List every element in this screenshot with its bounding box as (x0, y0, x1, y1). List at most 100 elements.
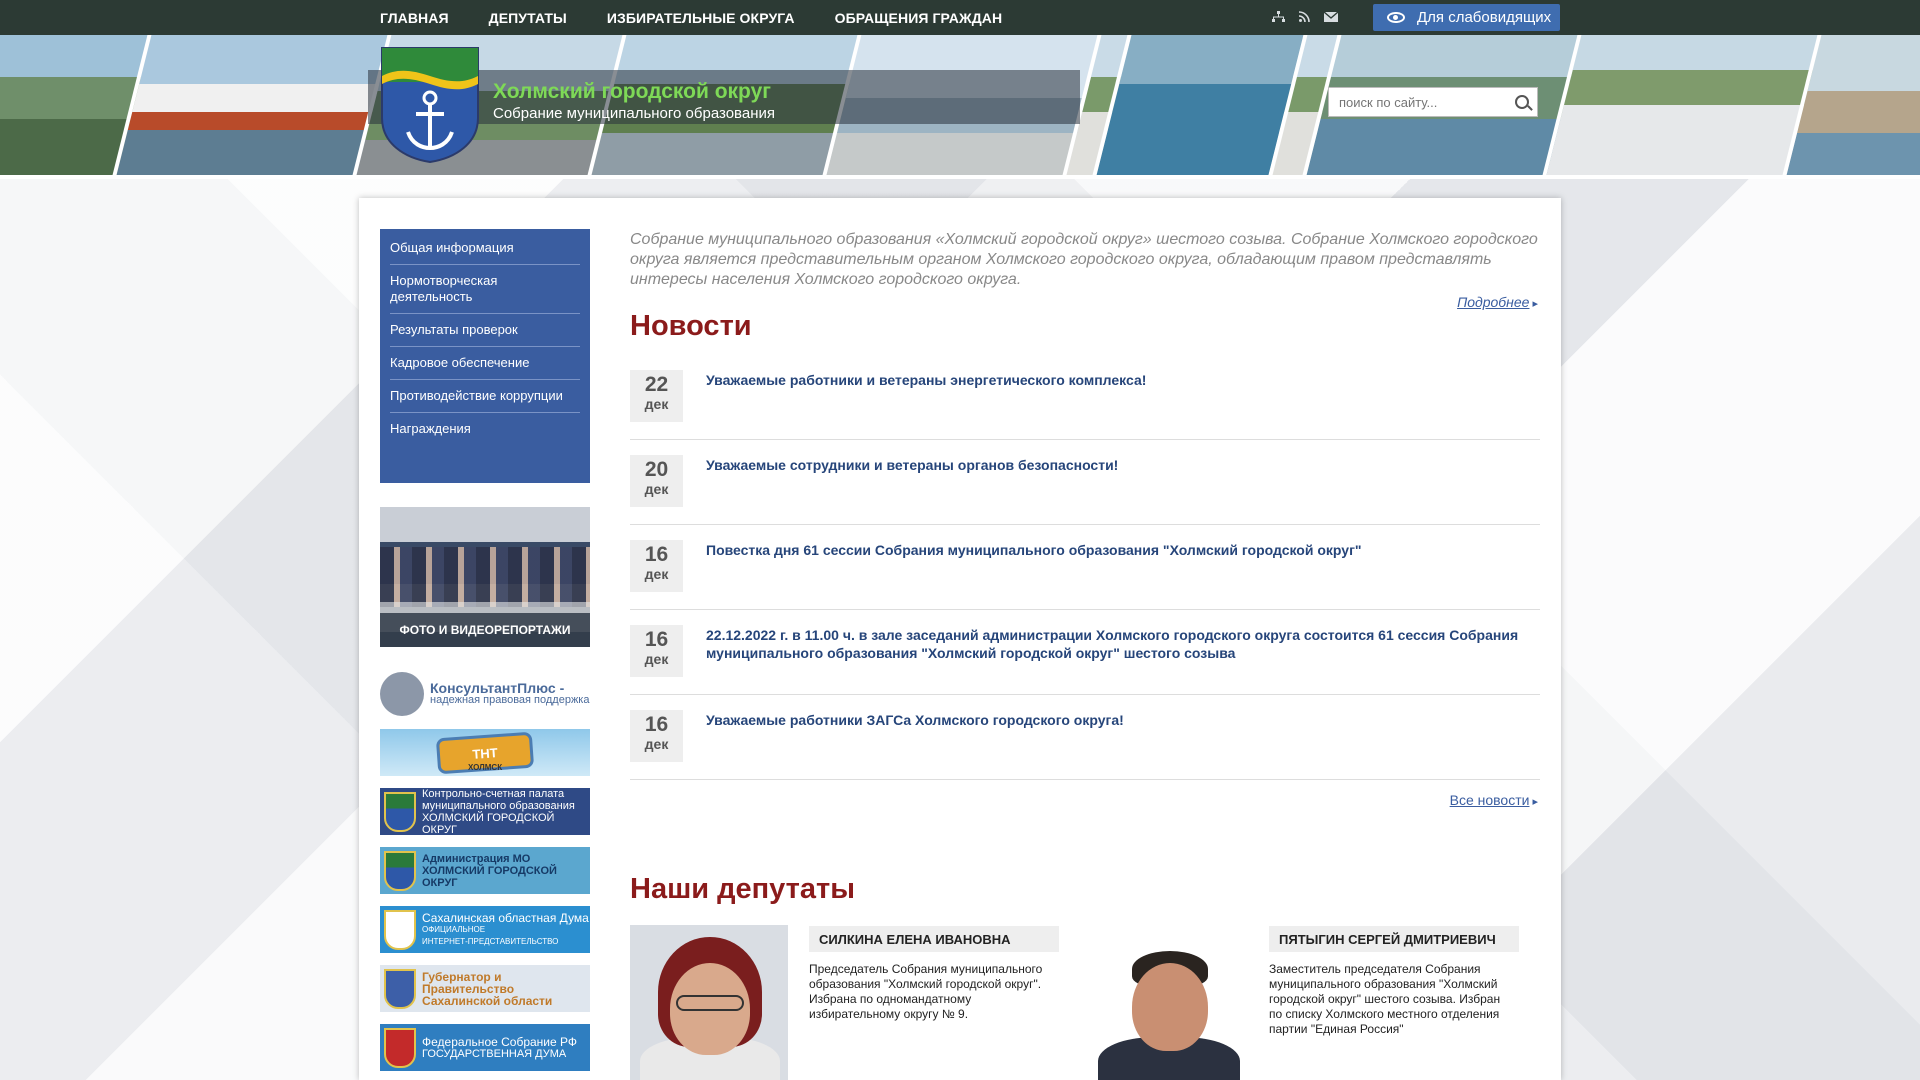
deputy-photo[interactable] (630, 925, 788, 1080)
news-title-link[interactable]: Повестка дня 61 сессии Собрания муниципа… (706, 541, 1526, 559)
russia-emblem-icon (384, 1027, 416, 1068)
deputy-name-link[interactable]: СИЛКИНА ЕЛЕНА ИВАНОВНА (809, 926, 1059, 952)
news-item: 16 дек Уважаемые работники ЗАГСа Холмско… (630, 695, 1540, 780)
news-month: дек (644, 481, 669, 497)
coat-of-arms-icon (384, 791, 416, 832)
consultant-plus-link[interactable]: КонсультантПлюс - надежная правовая подд… (380, 670, 590, 717)
deputies-heading: Наши депутаты (630, 873, 855, 905)
governor-line2: Сахалинской области (422, 993, 553, 1008)
news-item: 22 дек Уважаемые работники и ветераны эн… (630, 355, 1540, 440)
coat-of-arms-icon (384, 850, 416, 891)
news-month: дек (644, 396, 669, 412)
glasses-icon (676, 995, 744, 1011)
news-item: 20 дек Уважаемые сотрудники и ветераны о… (630, 440, 1540, 525)
duma-line1: Сахалинская областная Дума (422, 910, 589, 925)
nav-appeals[interactable]: ОБРАЩЕНИЯ ГРАЖДАН (835, 10, 1003, 26)
deputy-name-link[interactable]: ПЯТЫГИН СЕРГЕЙ ДМИТРИЕВИЧ (1269, 926, 1519, 952)
audit-chamber-line2: муниципального образования (422, 799, 575, 812)
rss-icon[interactable] (1298, 10, 1310, 25)
administration-line3: ОКРУГ (422, 876, 458, 889)
governor-line1: Губернатор и Правительство (422, 969, 515, 996)
sitemap-icon[interactable] (1272, 10, 1285, 25)
sidebar-item-audits[interactable]: Результаты проверок (390, 314, 580, 347)
news-month: дек (644, 736, 669, 752)
state-duma-line2: ГОСУДАРСТВЕННАЯ ДУМА (422, 1047, 567, 1060)
partner-links: КонсультантПлюс - надежная правовая подд… (380, 670, 590, 1080)
news-day: 20 (644, 458, 669, 481)
deputy-photo[interactable] (1090, 945, 1248, 1080)
nav-home[interactable]: ГЛАВНАЯ (380, 10, 449, 26)
sidebar-item-general[interactable]: Общая информация (390, 229, 580, 265)
tnt-sub: ХОЛМСК (468, 763, 503, 772)
news-month: дек (644, 566, 669, 582)
audit-chamber-link[interactable]: Контрольно-счетная палата муниципального… (380, 788, 590, 835)
coat-of-arms-logo[interactable] (380, 46, 480, 164)
sakhalin-duma-link[interactable]: Сахалинская областная Дума ОФИЦИАЛЬНОЕ И… (380, 906, 590, 953)
news-date: 16 дек (630, 540, 683, 592)
low-vision-button[interactable]: Для слабовидящих (1373, 4, 1560, 31)
search-box (1328, 87, 1538, 117)
meeting-photo (380, 547, 590, 607)
sidebar-item-awards[interactable]: Награждения (390, 413, 580, 445)
news-date: 16 дек (630, 710, 683, 762)
news-date: 22 дек (630, 370, 683, 422)
state-duma-line1: Федеральное Собрание РФ (422, 1034, 578, 1049)
duma-line3: ИНТЕРНЕТ-ПРЕДСТАВИТЕЛЬСТВО (422, 936, 559, 946)
news-day: 22 (644, 373, 669, 396)
news-heading: Новости (630, 310, 752, 342)
nav-districts[interactable]: ИЗБИРАТЕЛЬНЫЕ ОКРУГА (607, 10, 795, 26)
administration-line1: Администрация МО (422, 852, 531, 865)
mail-icon[interactable] (1323, 10, 1339, 25)
news-day: 16 (644, 713, 669, 736)
tnt-kholmsk-link[interactable]: ТНТ ХОЛМСК (380, 729, 590, 776)
news-day: 16 (644, 628, 669, 651)
news-day: 16 (644, 543, 669, 566)
photo-video-reports[interactable]: ФОТО И ВИДЕОРЕПОРТАЖИ (380, 507, 590, 647)
low-vision-label: Для слабовидящих (1417, 9, 1552, 26)
banner-bottom-line (0, 175, 1920, 179)
sidebar-item-staffing[interactable]: Кадровое обеспечение (390, 347, 580, 380)
duma-line2: ОФИЦИАЛЬНОЕ (422, 924, 486, 934)
news-item: 16 дек Повестка дня 61 сессии Собрания м… (630, 525, 1540, 610)
news-title-link[interactable]: Уважаемые работники ЗАГСа Холмского горо… (706, 711, 1526, 729)
site-title[interactable]: Холмский городской округ (493, 80, 771, 104)
sidebar-item-anticorruption[interactable]: Противодействие коррупции (390, 380, 580, 413)
sakhalin-emblem-icon (384, 968, 416, 1009)
sidebar-item-lawmaking[interactable]: Нормотворческая деятельность (390, 265, 580, 314)
search-input[interactable] (1329, 89, 1505, 115)
news-date: 20 дек (630, 455, 683, 507)
audit-chamber-line3: ХОЛМСКИЙ ГОРОДСКОЙ ОКРУГ (422, 811, 555, 836)
banner-photo-jetski (1092, 35, 1308, 175)
news-title-link[interactable]: Уважаемые работники и ветераны энергетич… (706, 371, 1526, 389)
news-list: 22 дек Уважаемые работники и ветераны эн… (630, 355, 1540, 810)
site-subtitle: Собрание муниципального образования (493, 105, 775, 122)
sakhalin-emblem-icon (384, 909, 416, 950)
consultant-subtitle: надежная правовая поддержка (430, 693, 590, 706)
news-item: 16 дек 22.12.2022 г. в 11.00 ч. в зале з… (630, 610, 1540, 695)
intro-text: Собрание муниципального образования «Хол… (630, 231, 1538, 288)
eye-icon (1387, 12, 1405, 23)
news-date: 16 дек (630, 625, 683, 677)
search-icon[interactable] (1515, 95, 1529, 109)
consultant-title: КонсультантПлюс - (430, 679, 565, 696)
all-news-link[interactable]: Все новости (1450, 792, 1538, 808)
news-title-link[interactable]: Уважаемые сотрудники и ветераны органов … (706, 456, 1526, 474)
consultant-avatar-icon (380, 671, 424, 716)
top-navigation: ГЛАВНАЯ ДЕПУТАТЫ ИЗБИРАТЕЛЬНЫЕ ОКРУГА ОБ… (0, 0, 1920, 35)
deputy-description: Заместитель председателя Собрания муници… (1269, 962, 1501, 1036)
sidebar-menu: Общая информация Нормотворческая деятель… (380, 229, 590, 483)
deputy-description: Председатель Собрания муниципального обр… (809, 962, 1043, 1021)
intro-block: Собрание муниципального образования «Хол… (630, 230, 1540, 312)
deputy-face (1132, 963, 1208, 1051)
tnt-logo-text: ТНТ (471, 744, 499, 761)
state-duma-link[interactable]: Федеральное Собрание РФ ГОСУДАРСТВЕННАЯ … (380, 1024, 590, 1071)
administration-line2: ХОЛМСКИЙ ГОРОДСКОЙ (422, 864, 557, 877)
photo-video-caption: ФОТО И ВИДЕОРЕПОРТАЖИ (380, 613, 590, 647)
more-link[interactable]: Подробнее (1457, 292, 1538, 314)
audit-chamber-line1: Контрольно-счетная палата (422, 788, 565, 800)
administration-link[interactable]: Администрация МО ХОЛМСКИЙ ГОРОДСКОЙ ОКРУ… (380, 847, 590, 894)
governor-link[interactable]: Губернатор и Правительство Сахалинской о… (380, 965, 590, 1012)
nav-deputies[interactable]: ДЕПУТАТЫ (489, 10, 567, 26)
news-month: дек (644, 651, 669, 667)
news-title-link[interactable]: 22.12.2022 г. в 11.00 ч. в зале заседани… (706, 626, 1526, 662)
